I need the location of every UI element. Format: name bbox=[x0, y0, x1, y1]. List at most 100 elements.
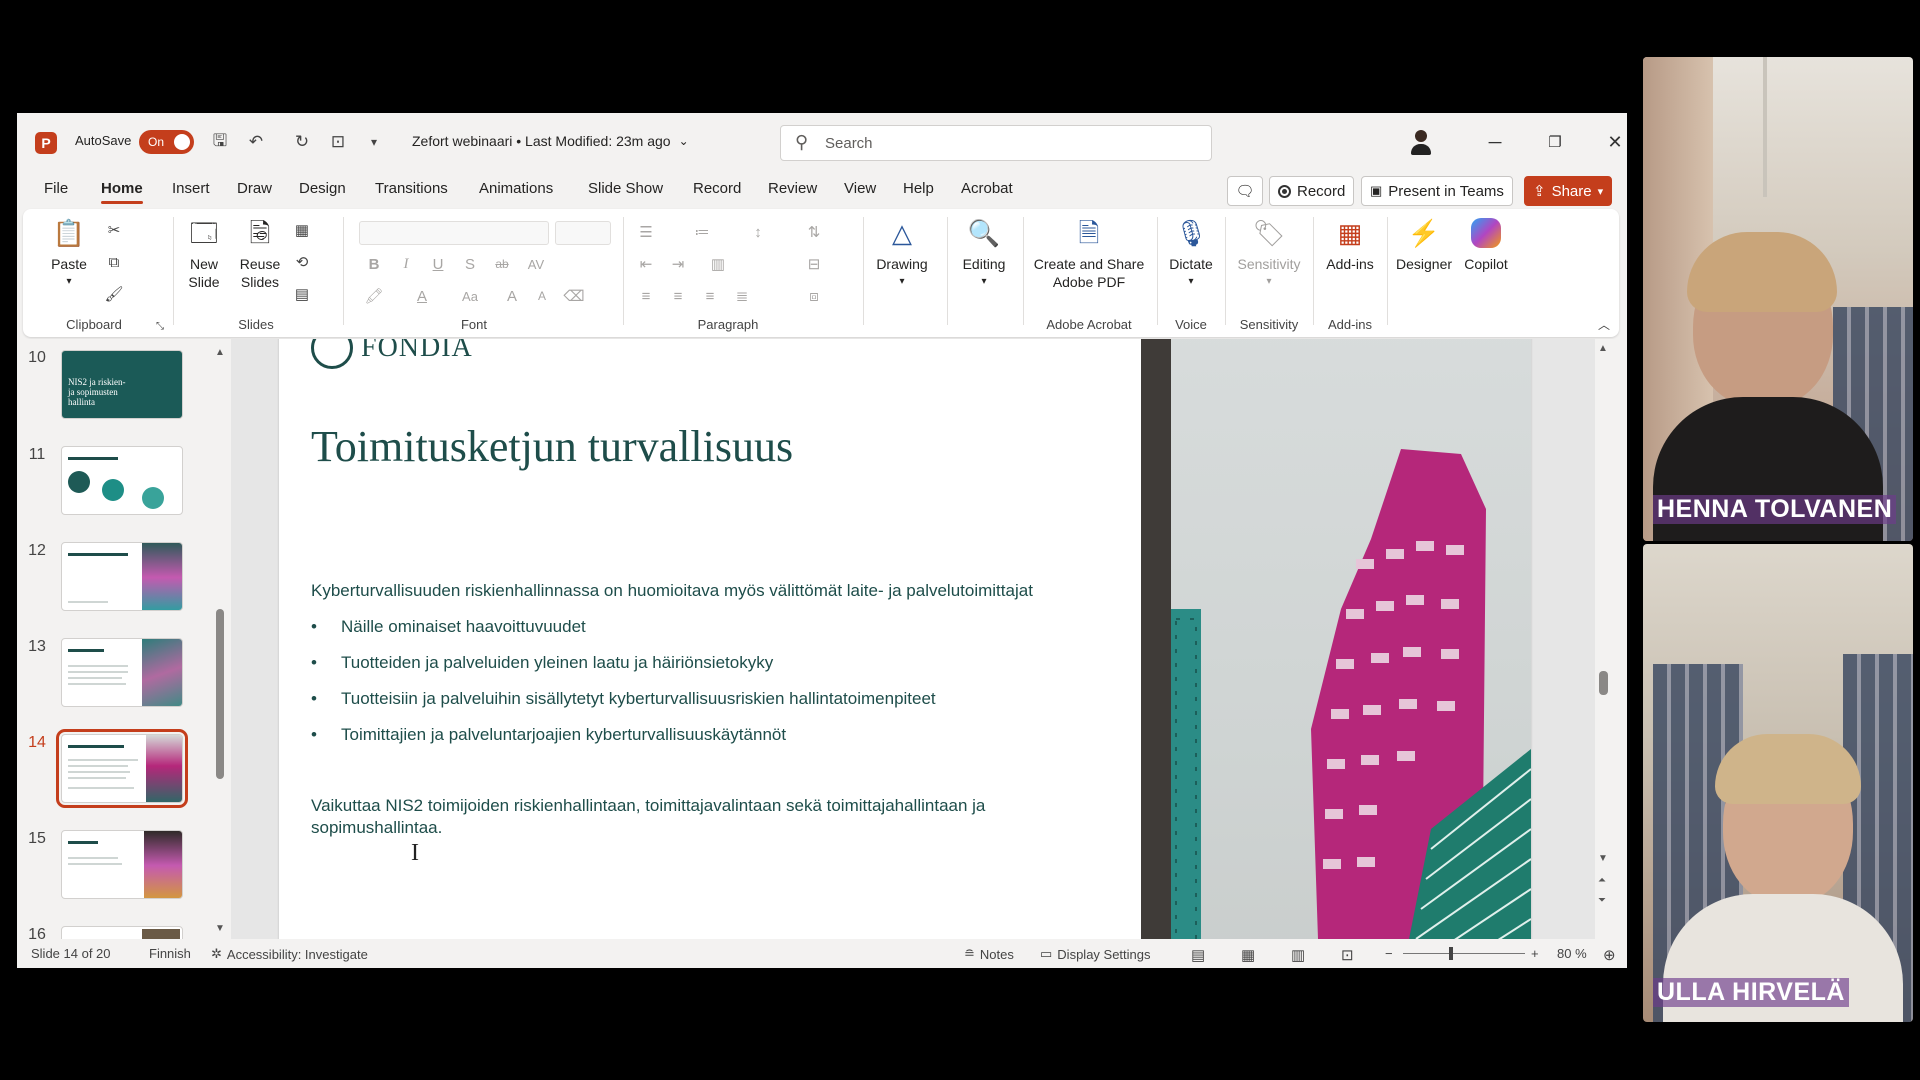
slide-thumbnail-10[interactable]: NIS2 ja riskien- ja sopimusten hallinta bbox=[61, 350, 183, 419]
justify-icon[interactable]: ≣ bbox=[731, 285, 753, 307]
zoom-slider-handle[interactable] bbox=[1449, 947, 1453, 960]
tab-draw[interactable]: Draw bbox=[237, 180, 272, 197]
slide-closing-line[interactable]: Vaikuttaa NIS2 toimijoiden riskienhallin… bbox=[311, 796, 985, 816]
tab-acrobat[interactable]: Acrobat bbox=[961, 180, 1013, 197]
redo-icon[interactable]: ↻ bbox=[289, 129, 315, 155]
align-left-icon[interactable]: ≡ bbox=[635, 285, 657, 307]
slide-title[interactable]: Toimitusketjun turvallisuus bbox=[311, 421, 793, 472]
tab-slide-show[interactable]: Slide Show bbox=[588, 180, 663, 197]
underline-icon[interactable]: U bbox=[427, 253, 449, 275]
minimize-icon[interactable]: ─ bbox=[1475, 127, 1515, 157]
line-spacing-icon[interactable]: ↕ bbox=[747, 221, 769, 243]
comments-button[interactable]: 🗨 bbox=[1227, 176, 1263, 206]
tab-record[interactable]: Record bbox=[693, 180, 741, 197]
cut-icon[interactable]: ✂ bbox=[103, 219, 125, 241]
change-case-icon[interactable]: Aa bbox=[459, 285, 481, 307]
tab-design[interactable]: Design bbox=[299, 180, 346, 197]
zoom-slider[interactable] bbox=[1403, 953, 1525, 954]
copy-icon[interactable]: ⧉ bbox=[103, 251, 125, 273]
scroll-up-icon[interactable]: ▲ bbox=[1598, 343, 1608, 354]
shrink-font-icon[interactable]: A bbox=[531, 285, 553, 307]
editing-button[interactable]: 🔍 Editing ▾ bbox=[953, 215, 1015, 291]
format-painter-icon[interactable]: 🖌 bbox=[103, 283, 125, 305]
slide-intro-text[interactable]: Kyberturvallisuuden riskienhallinnassa o… bbox=[311, 581, 1033, 601]
close-icon[interactable]: ✕ bbox=[1595, 127, 1627, 157]
slide-bullet[interactable]: • Näille ominaiset haavoittuvuudet bbox=[311, 617, 586, 637]
building-photo[interactable] bbox=[1141, 339, 1531, 939]
slide-bullet[interactable]: • Toimittajien ja palveluntarjoajien kybe… bbox=[311, 725, 786, 745]
slide-bullet[interactable]: • Tuotteiden ja palveluiden yleinen laatu… bbox=[311, 653, 773, 673]
grow-font-icon[interactable]: A bbox=[501, 285, 523, 307]
restore-icon[interactable]: ❐ bbox=[1535, 127, 1575, 157]
tab-help[interactable]: Help bbox=[903, 180, 934, 197]
present-from-start-icon[interactable]: ⊡ bbox=[325, 129, 351, 155]
bold-icon[interactable]: B bbox=[363, 253, 385, 275]
tab-animations[interactable]: Animations bbox=[479, 180, 553, 197]
record-button[interactable]: Record bbox=[1269, 176, 1355, 206]
shadow-icon[interactable]: S bbox=[459, 253, 481, 275]
slide-scrollbar[interactable]: ▲ ▼ ⏶ ⏷ bbox=[1595, 339, 1613, 939]
highlight-icon[interactable]: 🖍 bbox=[363, 285, 385, 307]
fit-to-window-icon[interactable]: ⊕ bbox=[1603, 946, 1616, 964]
align-center-icon[interactable]: ≡ bbox=[667, 285, 689, 307]
slideshow-view-icon[interactable]: ⊡ bbox=[1341, 946, 1354, 964]
sensitivity-button[interactable]: 🏷 Sensitivity ▾ bbox=[1231, 215, 1307, 291]
slide-sorter-icon[interactable]: ▦ bbox=[1241, 946, 1255, 964]
tab-review[interactable]: Review bbox=[768, 180, 817, 197]
slide-thumbnail-11[interactable] bbox=[61, 446, 183, 515]
normal-view-icon[interactable]: ▤ bbox=[1191, 946, 1205, 964]
slide-thumbnail-12[interactable] bbox=[61, 542, 183, 611]
next-slide-icon[interactable]: ⏷ bbox=[1598, 895, 1606, 906]
thumbnails-scroll-thumb[interactable] bbox=[216, 609, 224, 779]
scroll-down-icon[interactable]: ▼ bbox=[1598, 853, 1608, 864]
language-indicator[interactable]: Finnish bbox=[149, 946, 191, 961]
smartart-icon[interactable]: ⧈ bbox=[803, 285, 825, 307]
notes-button[interactable]: ≘ Notes bbox=[964, 946, 1014, 962]
dialog-launcher-icon[interactable]: ⤡ bbox=[149, 315, 171, 337]
present-in-teams-button[interactable]: ▣ Present in Teams bbox=[1361, 176, 1513, 206]
document-title[interactable]: Zefort webinaari • Last Modified: 23m ag… bbox=[412, 133, 689, 149]
previous-slide-icon[interactable]: ⏶ bbox=[1598, 875, 1606, 886]
clear-formatting-icon[interactable]: ⌫ bbox=[563, 285, 585, 307]
italic-icon[interactable]: I bbox=[395, 253, 417, 275]
customize-toolbar-icon[interactable]: ▾ bbox=[361, 129, 387, 155]
dictate-button[interactable]: 🎙 Dictate ▾ bbox=[1163, 215, 1219, 291]
avatar[interactable] bbox=[1409, 129, 1433, 155]
scroll-up-icon[interactable]: ▲ bbox=[215, 347, 225, 358]
layout-icon[interactable]: ▦ bbox=[291, 219, 313, 241]
search-input[interactable]: ⚲ Search bbox=[780, 125, 1212, 161]
slide-thumbnail-13[interactable] bbox=[61, 638, 183, 707]
reuse-slides-button[interactable]: 🗟 Reuse Slides bbox=[235, 215, 285, 291]
display-settings-button[interactable]: ▭ Display Settings bbox=[1040, 946, 1151, 962]
reset-icon[interactable]: ⟲ bbox=[291, 251, 313, 273]
section-icon[interactable]: ▤ bbox=[291, 283, 313, 305]
numbering-icon[interactable]: ≔ bbox=[691, 221, 713, 243]
columns-icon[interactable]: ▥ bbox=[707, 253, 729, 275]
character-spacing-icon[interactable]: AV bbox=[525, 253, 547, 275]
zoom-level[interactable]: 80 % bbox=[1557, 946, 1587, 961]
save-icon[interactable]: 🖫 bbox=[207, 129, 233, 155]
drawing-button[interactable]: △ Drawing ▾ bbox=[871, 215, 933, 291]
text-direction-icon[interactable]: ⇅ bbox=[803, 221, 825, 243]
designer-button[interactable]: ⚡ Designer bbox=[1393, 215, 1455, 273]
font-size-select[interactable] bbox=[555, 221, 611, 245]
zoom-in-icon[interactable]: + bbox=[1531, 946, 1539, 961]
share-button[interactable]: ⇪ Share ▾ bbox=[1524, 176, 1613, 206]
autosave-toggle[interactable]: On bbox=[139, 130, 194, 154]
font-family-select[interactable] bbox=[359, 221, 549, 245]
tab-home[interactable]: Home bbox=[101, 180, 143, 204]
addins-button[interactable]: ▦ Add-ins bbox=[1319, 215, 1381, 273]
accessibility-status[interactable]: ✲ Accessibility: Investigate bbox=[211, 946, 368, 962]
copilot-button[interactable]: Copilot bbox=[1455, 215, 1517, 273]
align-right-icon[interactable]: ≡ bbox=[699, 285, 721, 307]
increase-indent-icon[interactable]: ⇥ bbox=[667, 253, 689, 275]
slide-thumbnail-15[interactable] bbox=[61, 830, 183, 899]
reading-view-icon[interactable]: ▥ bbox=[1291, 946, 1305, 964]
zoom-out-icon[interactable]: − bbox=[1385, 946, 1393, 961]
tab-view[interactable]: View bbox=[844, 180, 876, 197]
slide-bullet[interactable]: • Tuotteisiin ja palveluihin sisällytetyt… bbox=[311, 689, 936, 709]
collapse-ribbon-icon[interactable]: ︿ bbox=[1593, 313, 1615, 335]
bullets-icon[interactable]: ☰ bbox=[635, 221, 657, 243]
tab-file[interactable]: File bbox=[44, 180, 68, 197]
paste-button[interactable]: 📋 Paste ▾ bbox=[49, 215, 89, 291]
